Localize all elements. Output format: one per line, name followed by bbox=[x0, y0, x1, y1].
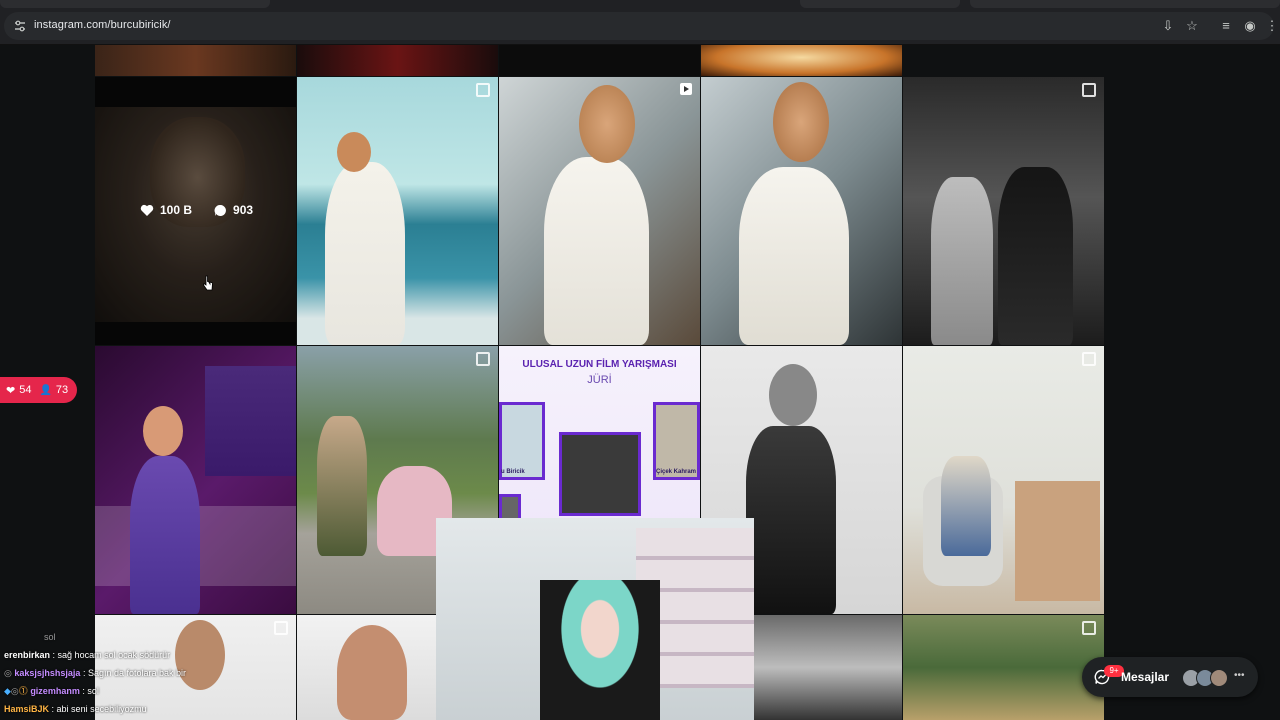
site-settings-icon[interactable] bbox=[14, 20, 26, 32]
post-thumbnail[interactable] bbox=[903, 346, 1104, 614]
live-hearts: 54 bbox=[19, 384, 32, 396]
photo-face bbox=[337, 625, 407, 720]
viewer-icon: 👤 bbox=[39, 384, 52, 396]
chat-message: sol bbox=[0, 628, 300, 646]
browser-toolbar: instagram.com/burcubiricik/ ⇩ ☆ ≡ ◉ ⋮ bbox=[0, 8, 1280, 45]
post-thumbnail[interactable] bbox=[701, 77, 902, 345]
mouse-pointer-icon bbox=[203, 275, 213, 291]
streamer-webcam bbox=[436, 518, 754, 720]
chat-message: HamsiBJK : abi seni secebiliyozmu bbox=[0, 700, 300, 718]
post-thumbnail[interactable] bbox=[297, 77, 498, 345]
jury-photo bbox=[559, 432, 641, 516]
post-thumbnail[interactable] bbox=[903, 615, 1104, 720]
festival-banner bbox=[205, 366, 296, 476]
live-viewers: 73 bbox=[55, 384, 69, 396]
user-badge-icon: ◎ bbox=[4, 668, 12, 678]
post-thumbnail[interactable] bbox=[701, 45, 902, 76]
post-thumbnail[interactable] bbox=[499, 45, 700, 76]
install-app-icon[interactable]: ⇩ bbox=[1160, 18, 1176, 34]
jury-name: Çiçek Kahram bbox=[656, 469, 697, 475]
address-bar[interactable]: instagram.com/burcubiricik/ ⇩ ☆ ≡ ◉ ⋮ bbox=[4, 12, 1279, 40]
heart-icon: ❤ bbox=[6, 384, 16, 397]
chat-text: : abi seni secebiliyozmu bbox=[51, 704, 147, 714]
photo-figure bbox=[544, 157, 649, 345]
photo-figure bbox=[998, 167, 1073, 345]
carousel-icon bbox=[476, 352, 490, 366]
messages-button[interactable]: 9+ Mesajlar ••• bbox=[1082, 657, 1258, 697]
photo-figure bbox=[941, 456, 991, 556]
comment-count-text: 903 bbox=[233, 203, 254, 217]
chat-text: : sol bbox=[82, 686, 99, 696]
photo-figure bbox=[931, 177, 993, 345]
stream-chat: sol erenbirkan : sağ hocam sol ocak södü… bbox=[0, 628, 300, 718]
post-thumbnail[interactable] bbox=[754, 615, 902, 720]
photo-figure bbox=[130, 456, 200, 614]
bookmark-star-icon[interactable]: ☆ bbox=[1184, 18, 1200, 34]
photo-face bbox=[769, 364, 817, 426]
browser-tab[interactable] bbox=[800, 0, 960, 8]
photo-crib bbox=[1015, 481, 1100, 601]
jury-name: u Biricik bbox=[501, 469, 525, 475]
poster-subtitle: JÜRİ bbox=[587, 374, 612, 386]
recent-chat-avatars bbox=[1182, 669, 1228, 687]
user-badge-icon: ◆ bbox=[4, 686, 11, 696]
carousel-icon bbox=[1082, 621, 1096, 635]
page-gutter-right bbox=[1104, 45, 1280, 720]
menu-icon[interactable]: ⋮ bbox=[1264, 18, 1280, 34]
like-count-text: 100 B bbox=[160, 203, 193, 217]
chat-user: HamsiBJK bbox=[4, 704, 50, 714]
carousel-icon bbox=[1082, 352, 1096, 366]
chat-text: : sağ hocam sol ocak södürür bbox=[52, 650, 171, 660]
post-thumbnail[interactable] bbox=[95, 45, 296, 76]
photo-face bbox=[143, 406, 183, 456]
avatar bbox=[1210, 669, 1228, 687]
url-text[interactable]: instagram.com/burcubiricik/ bbox=[34, 19, 171, 31]
photo-figure bbox=[325, 162, 405, 345]
like-count: 100 B bbox=[140, 203, 192, 217]
tab-strip bbox=[0, 0, 1280, 8]
post-thumbnail[interactable] bbox=[95, 346, 296, 614]
chat-user: gizemhanm bbox=[30, 686, 80, 696]
heart-icon bbox=[140, 204, 154, 216]
user-badge-icon: ◎ bbox=[10, 686, 19, 696]
poster-title: ULUSAL UZUN FİLM YARIŞMASI bbox=[522, 359, 677, 370]
chat-user: erenbirkan bbox=[4, 650, 51, 660]
more-icon: ••• bbox=[1234, 670, 1245, 681]
reel-icon bbox=[680, 83, 692, 95]
webcam-person bbox=[540, 580, 660, 720]
chat-user: kaksjsjhshsjaja bbox=[14, 668, 81, 678]
carousel-icon bbox=[1082, 83, 1096, 97]
chat-text: sol bbox=[44, 632, 56, 642]
profile-icon[interactable]: ◉ bbox=[1242, 18, 1258, 34]
photo-face bbox=[579, 85, 635, 163]
photo-figure bbox=[746, 426, 836, 614]
messages-label: Mesajlar bbox=[1121, 670, 1170, 684]
chat-message: erenbirkan : sağ hocam sol ocak södürür bbox=[0, 646, 300, 664]
photo-figure bbox=[739, 167, 849, 345]
live-stats-badge: ❤ 54 👤 73 bbox=[0, 377, 77, 403]
media-control-icon[interactable]: ≡ bbox=[1218, 18, 1234, 34]
user-badge-icon: ⓵ bbox=[18, 686, 28, 696]
carousel-icon bbox=[476, 83, 490, 97]
post-stats: 100 B 903 bbox=[140, 203, 253, 217]
post-thumbnail[interactable] bbox=[297, 45, 498, 76]
comment-icon bbox=[214, 204, 226, 216]
comment-count: 903 bbox=[214, 203, 253, 217]
post-thumbnail[interactable] bbox=[297, 615, 436, 720]
browser-tab[interactable] bbox=[0, 0, 270, 8]
chat-message: ◎ kaksjsjhshsjaja : Sagın da fotolara ba… bbox=[0, 664, 300, 682]
photo-face bbox=[773, 82, 829, 162]
photo-figure bbox=[317, 416, 367, 556]
browser-tab[interactable] bbox=[970, 0, 1280, 8]
photo-face bbox=[337, 132, 371, 172]
post-thumbnail[interactable] bbox=[903, 77, 1104, 345]
post-thumbnail[interactable] bbox=[499, 77, 700, 345]
chat-text: : Sagın da fotolara bak bir bbox=[82, 668, 187, 678]
chat-message: ◆◎⓵ gizemhanm : sol bbox=[0, 682, 300, 700]
